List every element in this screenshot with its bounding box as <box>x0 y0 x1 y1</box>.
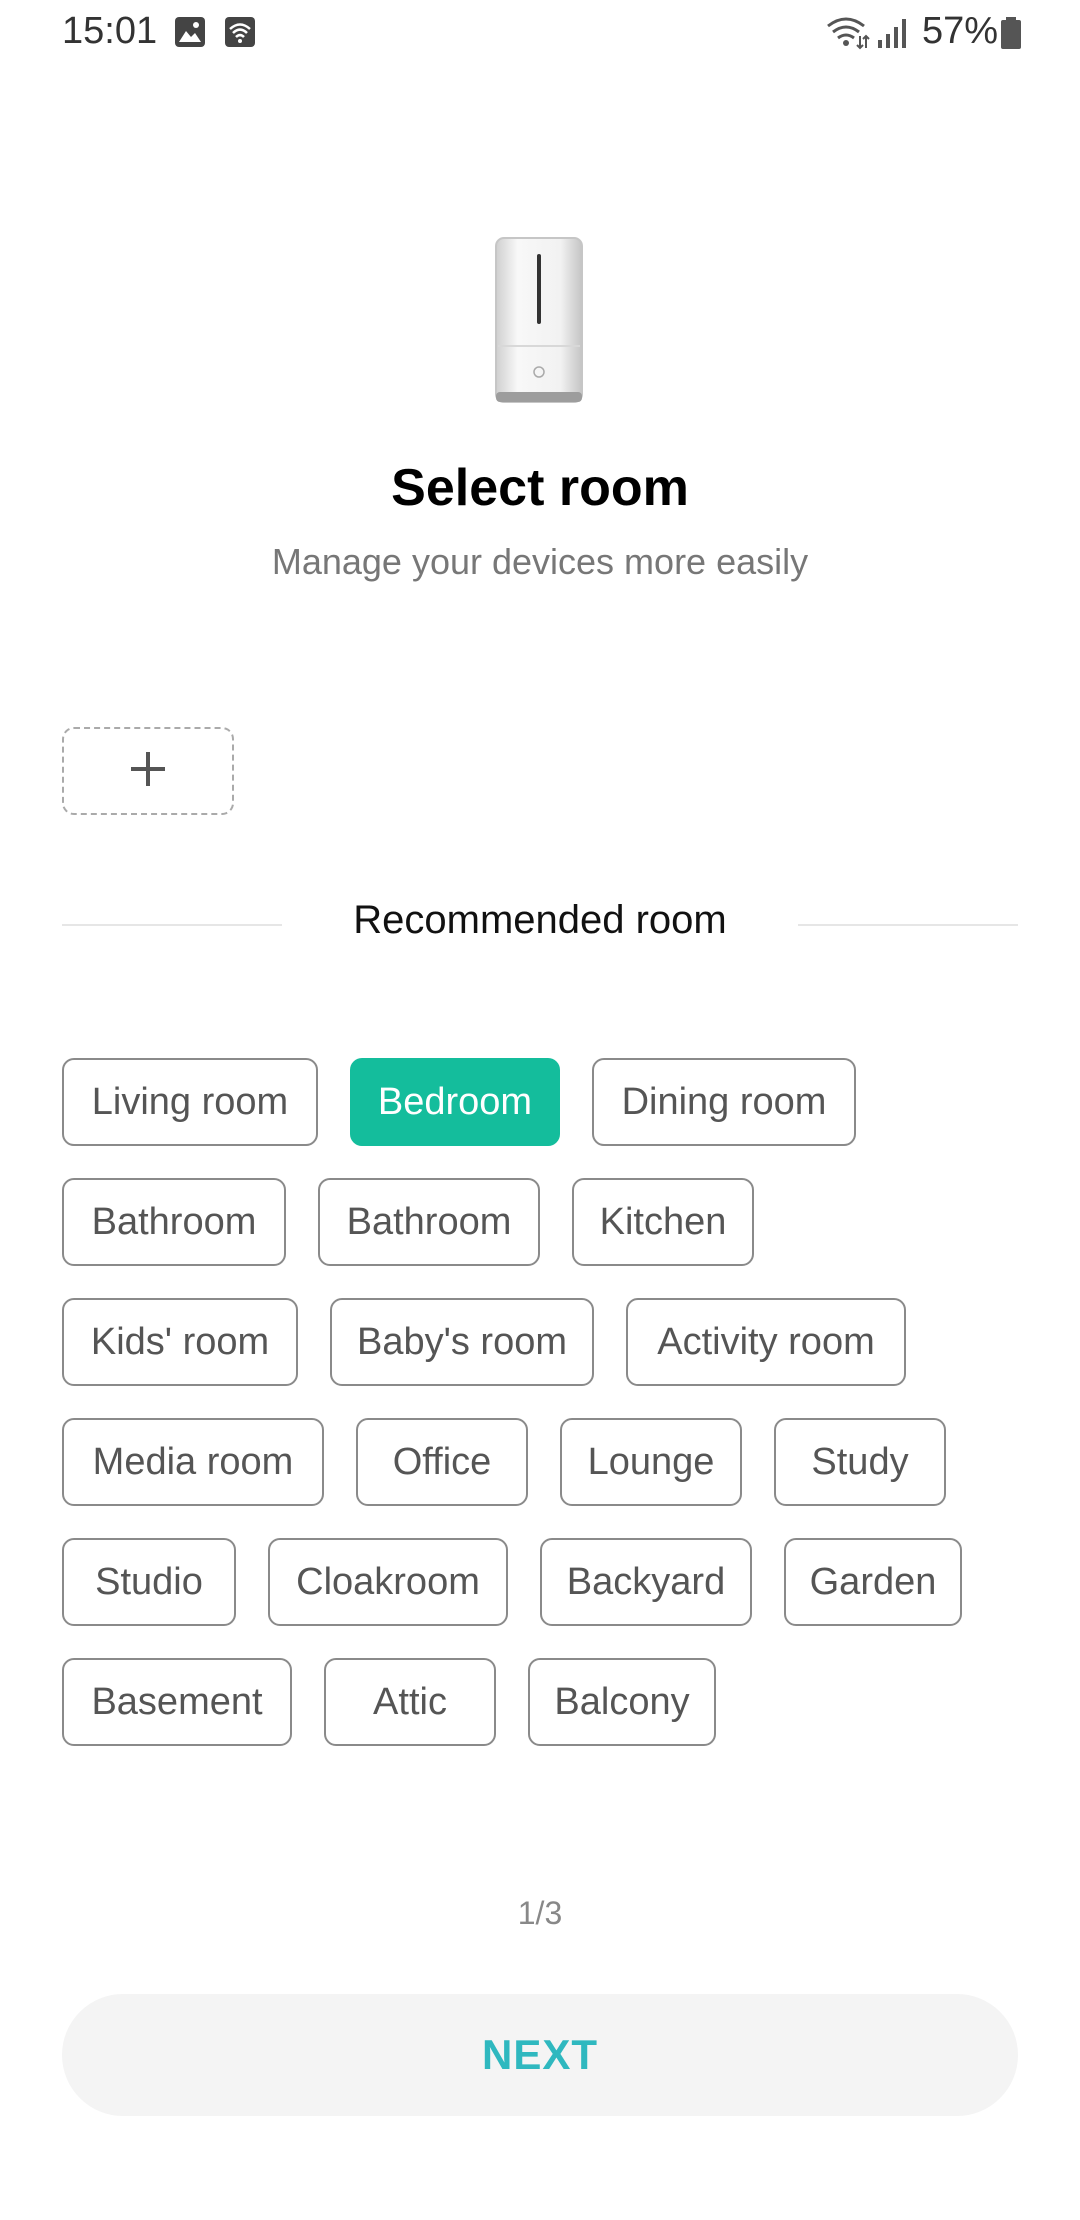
room-chip-label: Bathroom <box>91 1200 257 1243</box>
room-chip-label: Lounge <box>587 1440 715 1483</box>
room-chip-office[interactable]: Office <box>356 1418 528 1506</box>
room-chip-label: Garden <box>809 1560 937 1603</box>
room-chip-basement[interactable]: Basement <box>62 1658 292 1746</box>
plus-icon <box>128 749 168 794</box>
room-chip-bathroom-2[interactable]: Bathroom <box>318 1178 540 1266</box>
room-chip-activity-room[interactable]: Activity room <box>626 1298 906 1386</box>
room-chip-bedroom[interactable]: Bedroom <box>350 1058 560 1146</box>
room-chip-label: Dining room <box>621 1080 827 1123</box>
room-chip-label: Kids' room <box>90 1320 270 1363</box>
divider-right <box>798 924 1018 926</box>
room-chip-living-room[interactable]: Living room <box>62 1058 318 1146</box>
room-chip-garden[interactable]: Garden <box>784 1538 962 1626</box>
room-chip-attic[interactable]: Attic <box>324 1658 496 1746</box>
battery-percentage: 57% <box>922 10 999 52</box>
room-chip-label: Baby's room <box>356 1320 567 1363</box>
status-time: 15:01 <box>62 10 158 52</box>
room-chip-label: Media room <box>92 1440 294 1483</box>
room-chip-backyard[interactable]: Backyard <box>540 1538 752 1626</box>
room-chip-media-room[interactable]: Media room <box>62 1418 324 1506</box>
room-chip-label: Cloakroom <box>296 1560 480 1603</box>
room-chip-label: Attic <box>373 1680 447 1723</box>
signal-icon <box>876 16 910 55</box>
room-chip-label: Bedroom <box>377 1080 533 1123</box>
recommended-room-label: Recommended room <box>353 898 727 942</box>
room-chip-label: Studio <box>95 1560 203 1603</box>
room-chip-label: Balcony <box>554 1680 690 1723</box>
wifi-icon <box>826 16 870 55</box>
room-chip-label: Activity room <box>657 1320 875 1363</box>
add-room-button[interactable] <box>62 727 234 815</box>
room-chip-label: Study <box>811 1440 909 1483</box>
room-chip-study[interactable]: Study <box>774 1418 946 1506</box>
room-chip-kitchen[interactable]: Kitchen <box>572 1178 754 1266</box>
room-chip-label: Backyard <box>566 1560 726 1603</box>
humidifier-device-icon <box>494 236 584 406</box>
image-icon <box>174 16 206 53</box>
page-subtitle: Manage your devices more easily <box>271 541 809 582</box>
status-bar: 15:01 57% <box>0 0 1080 64</box>
room-chip-label: Kitchen <box>599 1200 727 1243</box>
room-chip-label: Living room <box>91 1080 289 1123</box>
room-chip-label: Bathroom <box>346 1200 512 1243</box>
step-indicator: 1/3 <box>517 1895 563 1931</box>
room-chip-kids-room[interactable]: Kids' room <box>62 1298 298 1386</box>
room-chip-dining-room[interactable]: Dining room <box>592 1058 856 1146</box>
room-chip-balcony[interactable]: Balcony <box>528 1658 716 1746</box>
room-chip-babys-room[interactable]: Baby's room <box>330 1298 594 1386</box>
page-title: Select room <box>391 459 689 517</box>
room-chip-studio[interactable]: Studio <box>62 1538 236 1626</box>
battery-icon <box>1000 16 1022 55</box>
room-chip-lounge[interactable]: Lounge <box>560 1418 742 1506</box>
next-button-label: NEXT <box>481 2031 598 2078</box>
room-chip-bathroom[interactable]: Bathroom <box>62 1178 286 1266</box>
next-button[interactable]: NEXT <box>62 1994 1018 2116</box>
room-chip-cloakroom[interactable]: Cloakroom <box>268 1538 508 1626</box>
room-chip-label: Basement <box>91 1680 263 1723</box>
room-chip-label: Office <box>392 1440 492 1483</box>
wifi-calling-icon <box>224 16 256 53</box>
